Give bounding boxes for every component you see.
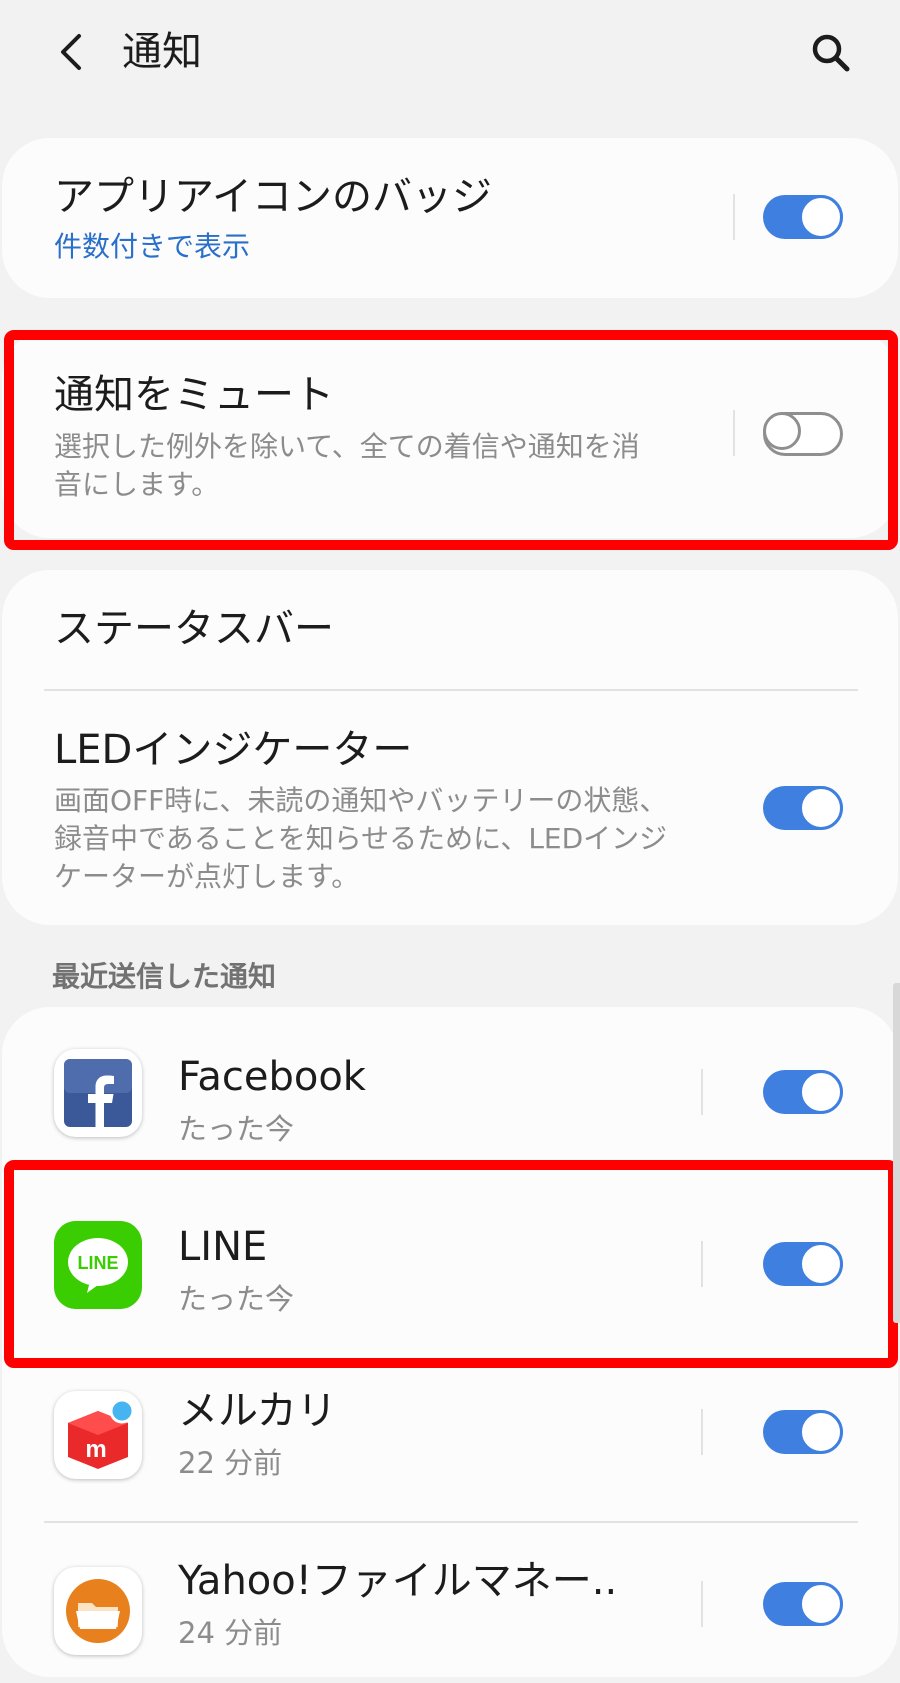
back-button[interactable] [50,22,90,82]
scrollbar[interactable] [893,983,900,1323]
app-row-yahoo-file-manager[interactable]: Yahoo!ファイルマネー.. 24 分前 [2,1523,898,1677]
recent-notifications-header: 最近送信した通知 [52,960,277,993]
app-time: 24 分前 [178,1616,283,1650]
divider [44,689,858,691]
chevron-left-icon [61,34,81,70]
status-bar-setting[interactable]: ステータスバー [54,604,334,654]
app-name: メルカリ [178,1388,337,1434]
app-bar: 通知 [0,0,900,110]
divider [701,1581,703,1627]
line-highlight-box [4,1160,898,1368]
search-button[interactable] [806,28,856,78]
led-indicator-title[interactable]: LEDインジケーター [54,725,412,775]
app-row-facebook[interactable]: Facebook たった今 [2,1007,898,1177]
yahoo-file-manager-toggle[interactable] [763,1582,843,1626]
app-row-mercari[interactable]: m メルカリ 22 分前 [2,1351,898,1527]
badge-setting-subtitle[interactable]: 件数付きで表示 [54,228,250,266]
mercari-icon: m [54,1391,142,1479]
divider [733,194,735,240]
led-indicator-description-line3: ケーターが点灯します。 [54,860,360,893]
search-icon [812,34,850,72]
mute-highlight-box [4,330,898,550]
divider [701,1069,703,1115]
app-name: Yahoo!ファイルマネー.. [178,1558,618,1604]
status-led-card: ステータスバー LEDインジケーター 画面OFF時に、未読の通知やバッテリーの状… [2,570,898,925]
app-time: たった今 [178,1112,295,1146]
led-indicator-toggle[interactable] [763,786,843,830]
mercari-toggle[interactable] [763,1410,843,1454]
facebook-toggle[interactable] [763,1070,843,1114]
facebook-icon [54,1049,142,1137]
page-title: 通知 [122,29,202,75]
yahoo-file-manager-icon [54,1567,142,1655]
badge-setting-title: アプリアイコンのバッジ [54,174,492,220]
badge-setting-card[interactable]: アプリアイコンのバッジ 件数付きで表示 [2,138,898,298]
divider [701,1409,703,1455]
app-time: 22 分前 [178,1446,283,1480]
led-indicator-description-line2: 録音中であることを知らせるために、LEDインジ [54,822,668,855]
app-name: Facebook [178,1054,366,1100]
badge-toggle[interactable] [763,195,843,239]
led-indicator-description-line1: 画面OFF時に、未読の通知やバッテリーの状態、 [54,784,668,817]
mercari-logo-text: m [85,1436,106,1463]
